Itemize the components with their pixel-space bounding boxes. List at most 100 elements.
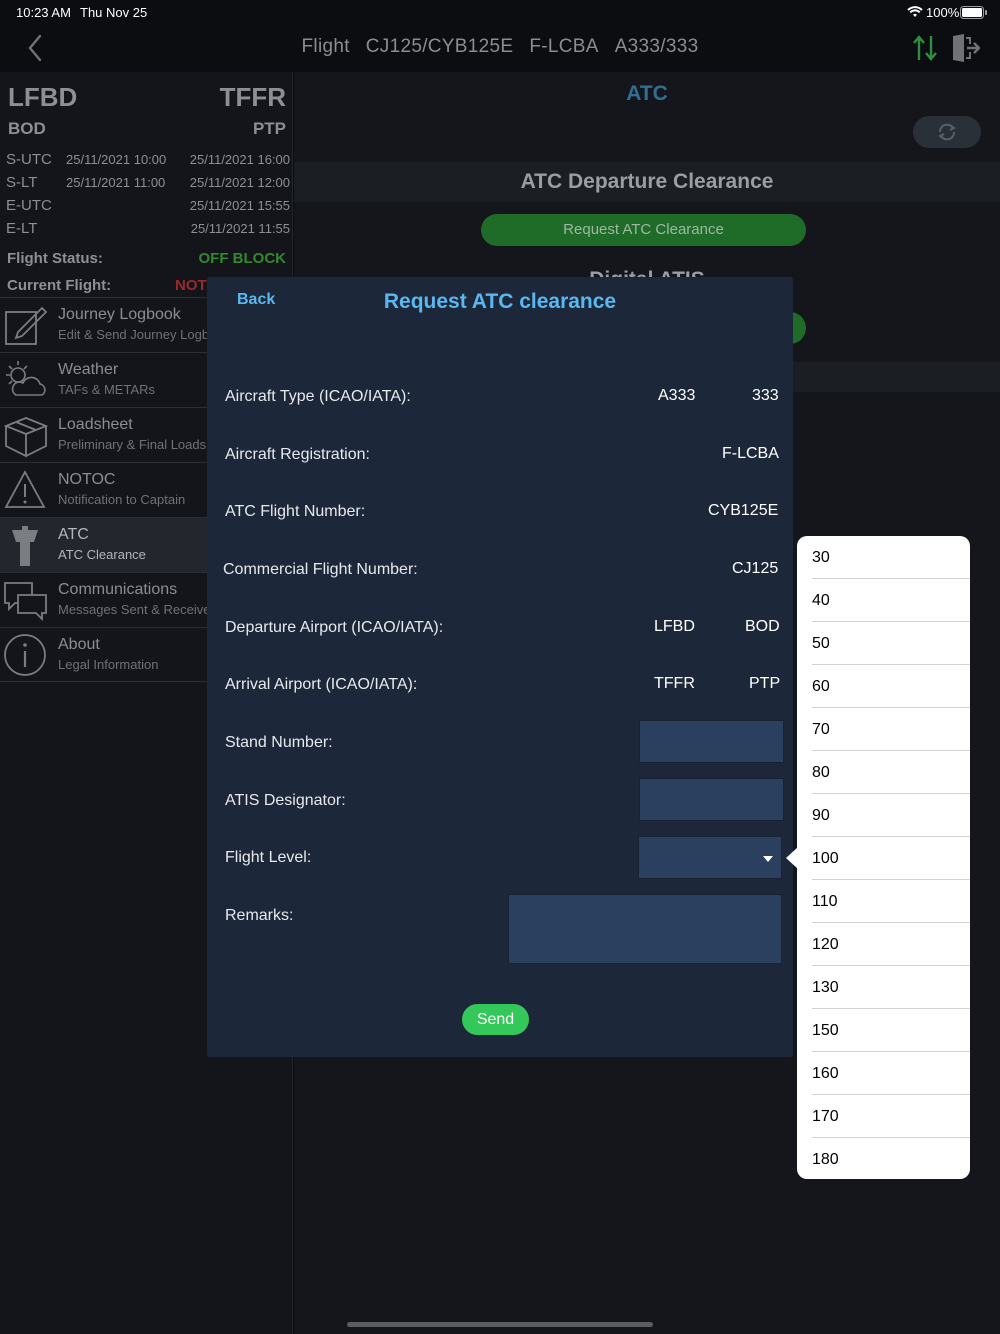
remarks-input[interactable]: [508, 894, 782, 964]
time-label: S-UTC: [6, 151, 52, 168]
home-indicator[interactable]: [347, 1322, 653, 1327]
flight-level-option[interactable]: 120: [797, 923, 970, 966]
destination-icao: TFFR: [219, 82, 286, 112]
flight-level-option[interactable]: 160: [797, 1052, 970, 1095]
flight-level-label: Flight Level:: [225, 849, 312, 866]
sort-arrows-icon[interactable]: [910, 32, 940, 64]
menu-subtitle: Legal Information: [58, 657, 159, 672]
flight-level-option[interactable]: 50: [797, 622, 970, 665]
flight-level-option[interactable]: 80: [797, 751, 970, 794]
commercial-flight-value: CJ125: [732, 560, 779, 577]
edit-icon: [5, 306, 48, 345]
status-date: Thu Nov 25: [80, 5, 148, 20]
time-row: E-LT 25/11/2021 11:55: [0, 217, 293, 240]
flight-level-option[interactable]: 70: [797, 708, 970, 751]
warning-icon: [4, 470, 46, 508]
atis-designator-input[interactable]: [639, 778, 784, 821]
flight-level-option[interactable]: 170: [797, 1095, 970, 1138]
flight-registration: F-LCBA: [529, 36, 599, 57]
flight-level-option[interactable]: 90: [797, 794, 970, 837]
flight-level-option[interactable]: 100: [797, 837, 970, 880]
flight-status-value: OFF BLOCK: [198, 250, 287, 267]
wifi-icon: [907, 6, 923, 17]
status-bar: 10:23 AM Thu Nov 25 100%: [0, 0, 1000, 24]
flight-level-option[interactable]: 180: [797, 1138, 970, 1181]
stand-number-label: Stand Number:: [225, 734, 333, 751]
status-time: 10:23 AM: [16, 5, 71, 20]
arrival-iata: PTP: [749, 675, 781, 692]
flight-level-option[interactable]: 40: [797, 579, 970, 622]
atc-flight-value: CYB125E: [708, 502, 779, 519]
menu-title: ATC: [58, 526, 89, 543]
chevron-down-icon: [763, 856, 773, 862]
atis-designator-label: ATIS Designator:: [225, 792, 346, 809]
send-button[interactable]: Send: [462, 1004, 529, 1035]
request-atc-modal: Back Request ATC clearance Aircraft Type…: [207, 277, 793, 1057]
menu-subtitle: ATC Clearance: [58, 547, 146, 562]
arrival-time: 25/11/2021 16:00: [189, 152, 290, 167]
menu-title: About: [58, 636, 100, 653]
time-row: S-LT 25/11/2021 11:00 25/11/2021 12:00: [0, 171, 293, 194]
arrival-time: 25/11/2021 11:55: [190, 221, 290, 236]
flight-aircraft: A333/333: [614, 36, 699, 57]
time-row: S-UTC 25/11/2021 10:00 25/11/2021 16:00: [0, 148, 293, 171]
logout-icon[interactable]: [950, 32, 980, 64]
menu-title: Communications: [58, 581, 178, 598]
time-label: S-LT: [6, 174, 38, 191]
current-flight-label: Current Flight:: [7, 277, 112, 294]
menu-subtitle: Messages Sent & Received: [58, 602, 218, 617]
info-icon: [4, 634, 46, 676]
chat-icon: [4, 582, 47, 622]
departure-time: 25/11/2021 10:00: [66, 152, 167, 167]
app-header: Flight CJ125/CYB125E F-LCBA A333/333: [0, 24, 1000, 72]
flight-status-label: Flight Status:: [7, 250, 103, 267]
flight-label: Flight: [301, 36, 350, 57]
time-label: E-LT: [6, 220, 38, 237]
menu-subtitle: Edit & Send Journey Logbook: [58, 327, 231, 342]
menu-title: Journey Logbook: [58, 306, 181, 323]
origin-icao: LFBD: [8, 82, 78, 112]
registration-label: Aircraft Registration:: [225, 446, 370, 463]
page-title: ATC: [626, 82, 668, 105]
commercial-flight-label: Commercial Flight Number:: [223, 561, 418, 578]
stand-number-input[interactable]: [639, 720, 784, 763]
atc-flight-label: ATC Flight Number:: [225, 503, 366, 520]
aircraft-type-label: Aircraft Type (ICAO/IATA):: [225, 388, 411, 405]
modal-title: Request ATC clearance: [383, 290, 617, 313]
flight-level-popover: 30 40 50 60 70 80 90 100 110 120 130 150…: [797, 536, 970, 1179]
section-title: ATC Departure Clearance: [520, 170, 774, 193]
flight-level-option[interactable]: 60: [797, 665, 970, 708]
flight-level-select[interactable]: [638, 836, 782, 879]
tower-icon: [12, 526, 38, 566]
flight-number: CJ125/CYB125E: [365, 36, 514, 57]
destination-iata: PTP: [252, 119, 286, 138]
departure-icao: LFBD: [654, 618, 695, 635]
departure-clearance-header: ATC Departure Clearance: [294, 162, 1000, 202]
current-flight-value: NOT: [175, 277, 207, 294]
arrival-time: 25/11/2021 12:00: [189, 175, 290, 190]
menu-subtitle: Preliminary & Final Loadsheet: [58, 437, 232, 452]
refresh-icon: [938, 123, 956, 141]
menu-title: NOTOC: [58, 471, 116, 488]
registration-value: F-LCBA: [722, 445, 779, 462]
menu-title: Weather: [58, 361, 119, 378]
menu-title: Loadsheet: [58, 416, 133, 433]
request-atc-clearance-button[interactable]: Request ATC Clearance: [481, 214, 806, 246]
battery-icon: [960, 6, 987, 19]
refresh-button[interactable]: [913, 116, 981, 148]
departure-airport-label: Departure Airport (ICAO/IATA):: [225, 619, 444, 636]
aircraft-type-icao: A333: [658, 387, 696, 404]
weather-icon: [6, 361, 46, 396]
departure-time: 25/11/2021 11:00: [66, 175, 166, 190]
remarks-label: Remarks:: [225, 907, 294, 924]
flight-title: Flight CJ125/CYB125E F-LCBA A333/333: [0, 36, 1000, 58]
time-label: E-UTC: [6, 197, 52, 214]
flight-level-option[interactable]: 130: [797, 966, 970, 1009]
departure-iata: BOD: [745, 618, 780, 635]
time-row: E-UTC 25/11/2021 15:55: [0, 194, 293, 217]
flight-level-option[interactable]: 30: [797, 536, 970, 579]
aircraft-type-iata: 333: [752, 387, 779, 404]
arrival-icao: TFFR: [654, 675, 695, 692]
flight-level-option[interactable]: 150: [797, 1009, 970, 1052]
flight-level-option[interactable]: 110: [797, 880, 970, 923]
